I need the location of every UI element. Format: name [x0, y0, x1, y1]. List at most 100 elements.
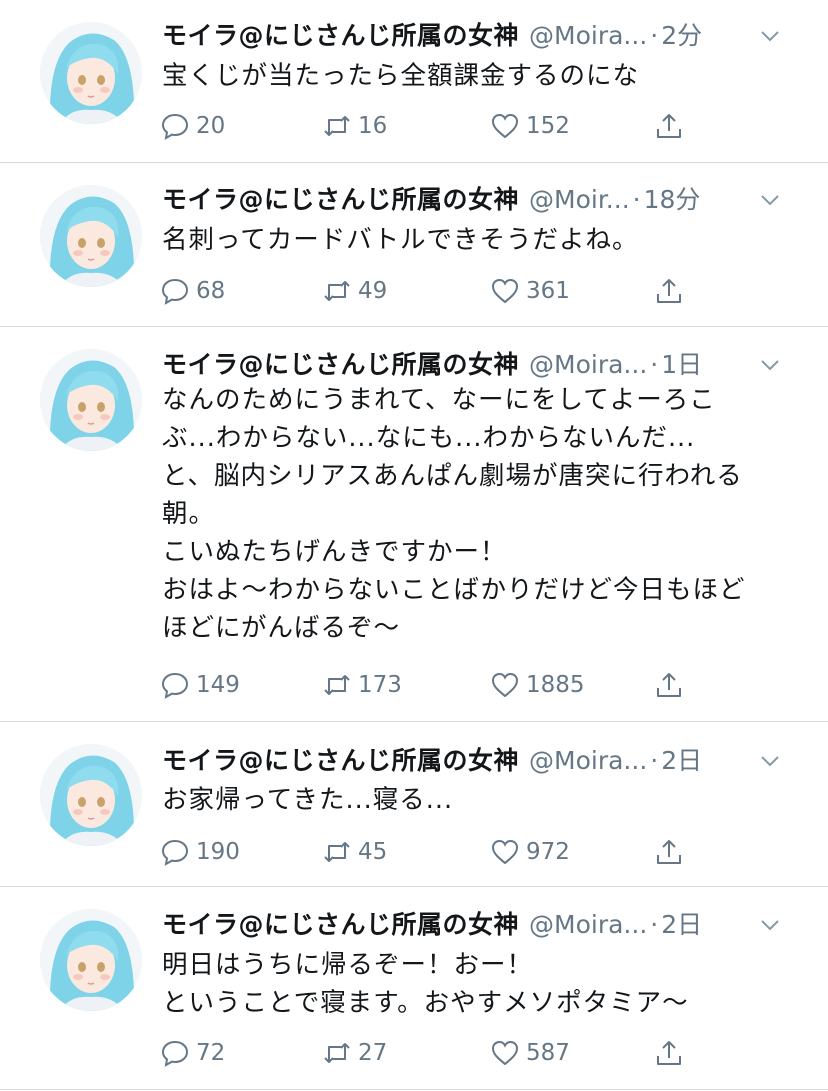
tweet[interactable]: モイラ@にじさんじ所属の女神 @Moira... · 1日 なんのためにうまれて、なー…: [0, 327, 828, 722]
share-button[interactable]: [654, 834, 690, 870]
separator-dot: ·: [650, 350, 659, 379]
display-name[interactable]: モイラ@にじさんじ所属の女神: [162, 21, 519, 50]
avatar[interactable]: [40, 909, 142, 1011]
timestamp[interactable]: 2日: [661, 746, 702, 775]
retweet-count: 49: [358, 278, 388, 304]
chevron-down-icon[interactable]: [756, 911, 784, 939]
share-button[interactable]: [654, 1035, 690, 1071]
tweet[interactable]: モイラ@にじさんじ所属の女神 @Moira... · 2日 お家帰ってきた...寝る.…: [0, 722, 828, 887]
share-icon: [657, 114, 681, 138]
reply-button[interactable]: 20: [160, 108, 225, 144]
like-count: 972: [526, 839, 570, 865]
tweet-actions: 190 45 972: [160, 834, 700, 870]
share-button[interactable]: [654, 667, 690, 703]
share-icon: [657, 840, 681, 864]
reply-icon: [161, 1040, 189, 1067]
retweet-count: 45: [358, 839, 388, 865]
separator-dot: ·: [650, 910, 659, 939]
reply-button[interactable]: 190: [160, 834, 240, 870]
chevron-down-icon[interactable]: [756, 747, 784, 775]
share-button[interactable]: [654, 108, 690, 144]
heart-icon: [491, 113, 519, 139]
like-button[interactable]: 152: [490, 108, 570, 144]
reply-button[interactable]: 72: [160, 1035, 225, 1071]
handle[interactable]: @Moira...: [529, 350, 647, 379]
avatar[interactable]: [40, 22, 142, 124]
timestamp[interactable]: 18分: [644, 185, 701, 214]
separator-dot: ·: [632, 185, 641, 214]
tweet-actions: 72 27 587: [160, 1035, 700, 1071]
tweet-header: モイラ@にじさんじ所属の女神 @Moira... · 1日: [162, 347, 788, 383]
tweet-header: モイラ@にじさんじ所属の女神 @Moira... · 2分: [162, 18, 788, 54]
avatar-image: [40, 744, 142, 846]
avatar[interactable]: [40, 744, 142, 846]
share-icon: [657, 279, 681, 303]
share-icon: [657, 1041, 681, 1065]
retweet-count: 173: [358, 672, 402, 698]
avatar-image: [40, 185, 142, 287]
timestamp[interactable]: 2分: [661, 21, 702, 50]
like-button[interactable]: 361: [490, 273, 570, 309]
reply-count: 68: [196, 278, 226, 304]
chevron-down-icon[interactable]: [756, 351, 784, 379]
retweet-icon: [324, 281, 350, 301]
like-button[interactable]: 972: [490, 834, 570, 870]
like-count: 152: [526, 113, 570, 139]
tweet-header: モイラ@にじさんじ所属の女神 @Moira... · 2日: [162, 907, 788, 943]
retweet-button[interactable]: 173: [322, 667, 402, 703]
tweet-actions: 68 49 361: [160, 273, 700, 309]
display-name[interactable]: モイラ@にじさんじ所属の女神: [162, 185, 519, 214]
handle[interactable]: @Moira...: [529, 21, 647, 50]
tweet[interactable]: モイラ@にじさんじ所属の女神 @Moira... · 2分 宝くじが当たったら全額課金…: [0, 0, 828, 163]
chevron-down-icon[interactable]: [756, 22, 784, 50]
tweet-text: なんのためにうまれて、なーにをしてよーろこ ぶ...わからない...なにも...…: [162, 385, 746, 643]
handle[interactable]: @Moir...: [529, 185, 630, 214]
reply-count: 72: [196, 1040, 226, 1066]
avatar[interactable]: [40, 185, 142, 287]
share-icon: [657, 673, 681, 697]
timestamp[interactable]: 2日: [661, 910, 702, 939]
reply-button[interactable]: 149: [160, 667, 240, 703]
retweet-count: 16: [358, 113, 388, 139]
tweet-text: お家帰ってきた...寝る...: [162, 785, 454, 815]
retweet-icon: [324, 842, 350, 862]
avatar-image: [40, 909, 142, 1011]
display-name[interactable]: モイラ@にじさんじ所属の女神: [162, 350, 519, 379]
retweet-button[interactable]: 16: [322, 108, 387, 144]
heart-icon: [491, 839, 519, 865]
like-button[interactable]: 587: [490, 1035, 570, 1071]
retweet-icon: [324, 675, 350, 695]
tweet-actions: 149 173 1885: [160, 667, 700, 703]
like-button[interactable]: 1885: [490, 667, 585, 703]
reply-button[interactable]: 68: [160, 273, 225, 309]
like-count: 587: [526, 1040, 570, 1066]
reply-count: 149: [196, 672, 240, 698]
reply-count: 20: [196, 113, 226, 139]
handle[interactable]: @Moira...: [529, 746, 647, 775]
reply-icon: [161, 672, 189, 699]
display-name[interactable]: モイラ@にじさんじ所属の女神: [162, 910, 519, 939]
reply-icon: [161, 839, 189, 866]
retweet-button[interactable]: 27: [322, 1035, 387, 1071]
tweet[interactable]: モイラ@にじさんじ所属の女神 @Moir... · 18分 名刺ってカードバトルできそ…: [0, 163, 828, 327]
display-name[interactable]: モイラ@にじさんじ所属の女神: [162, 746, 519, 775]
avatar-image: [40, 349, 142, 451]
retweet-button[interactable]: 49: [322, 273, 387, 309]
handle[interactable]: @Moira...: [529, 910, 647, 939]
separator-dot: ·: [650, 746, 659, 775]
reply-icon: [161, 278, 189, 305]
separator-dot: ·: [650, 21, 659, 50]
avatar[interactable]: [40, 349, 142, 451]
share-button[interactable]: [654, 273, 690, 309]
retweet-icon: [324, 116, 350, 136]
tweet-header: モイラ@にじさんじ所属の女神 @Moir... · 18分: [162, 182, 788, 218]
tweet-actions: 20 16 152: [160, 108, 700, 144]
retweet-button[interactable]: 45: [322, 834, 387, 870]
heart-icon: [491, 278, 519, 304]
tweet-text: 宝くじが当たったら全額課金するのにな: [162, 61, 640, 91]
chevron-down-icon[interactable]: [756, 186, 784, 214]
reply-count: 190: [196, 839, 240, 865]
retweet-count: 27: [358, 1040, 388, 1066]
timestamp[interactable]: 1日: [661, 350, 702, 379]
tweet[interactable]: モイラ@にじさんじ所属の女神 @Moira... · 2日 明日はうちに帰るぞー！おー…: [0, 887, 828, 1091]
